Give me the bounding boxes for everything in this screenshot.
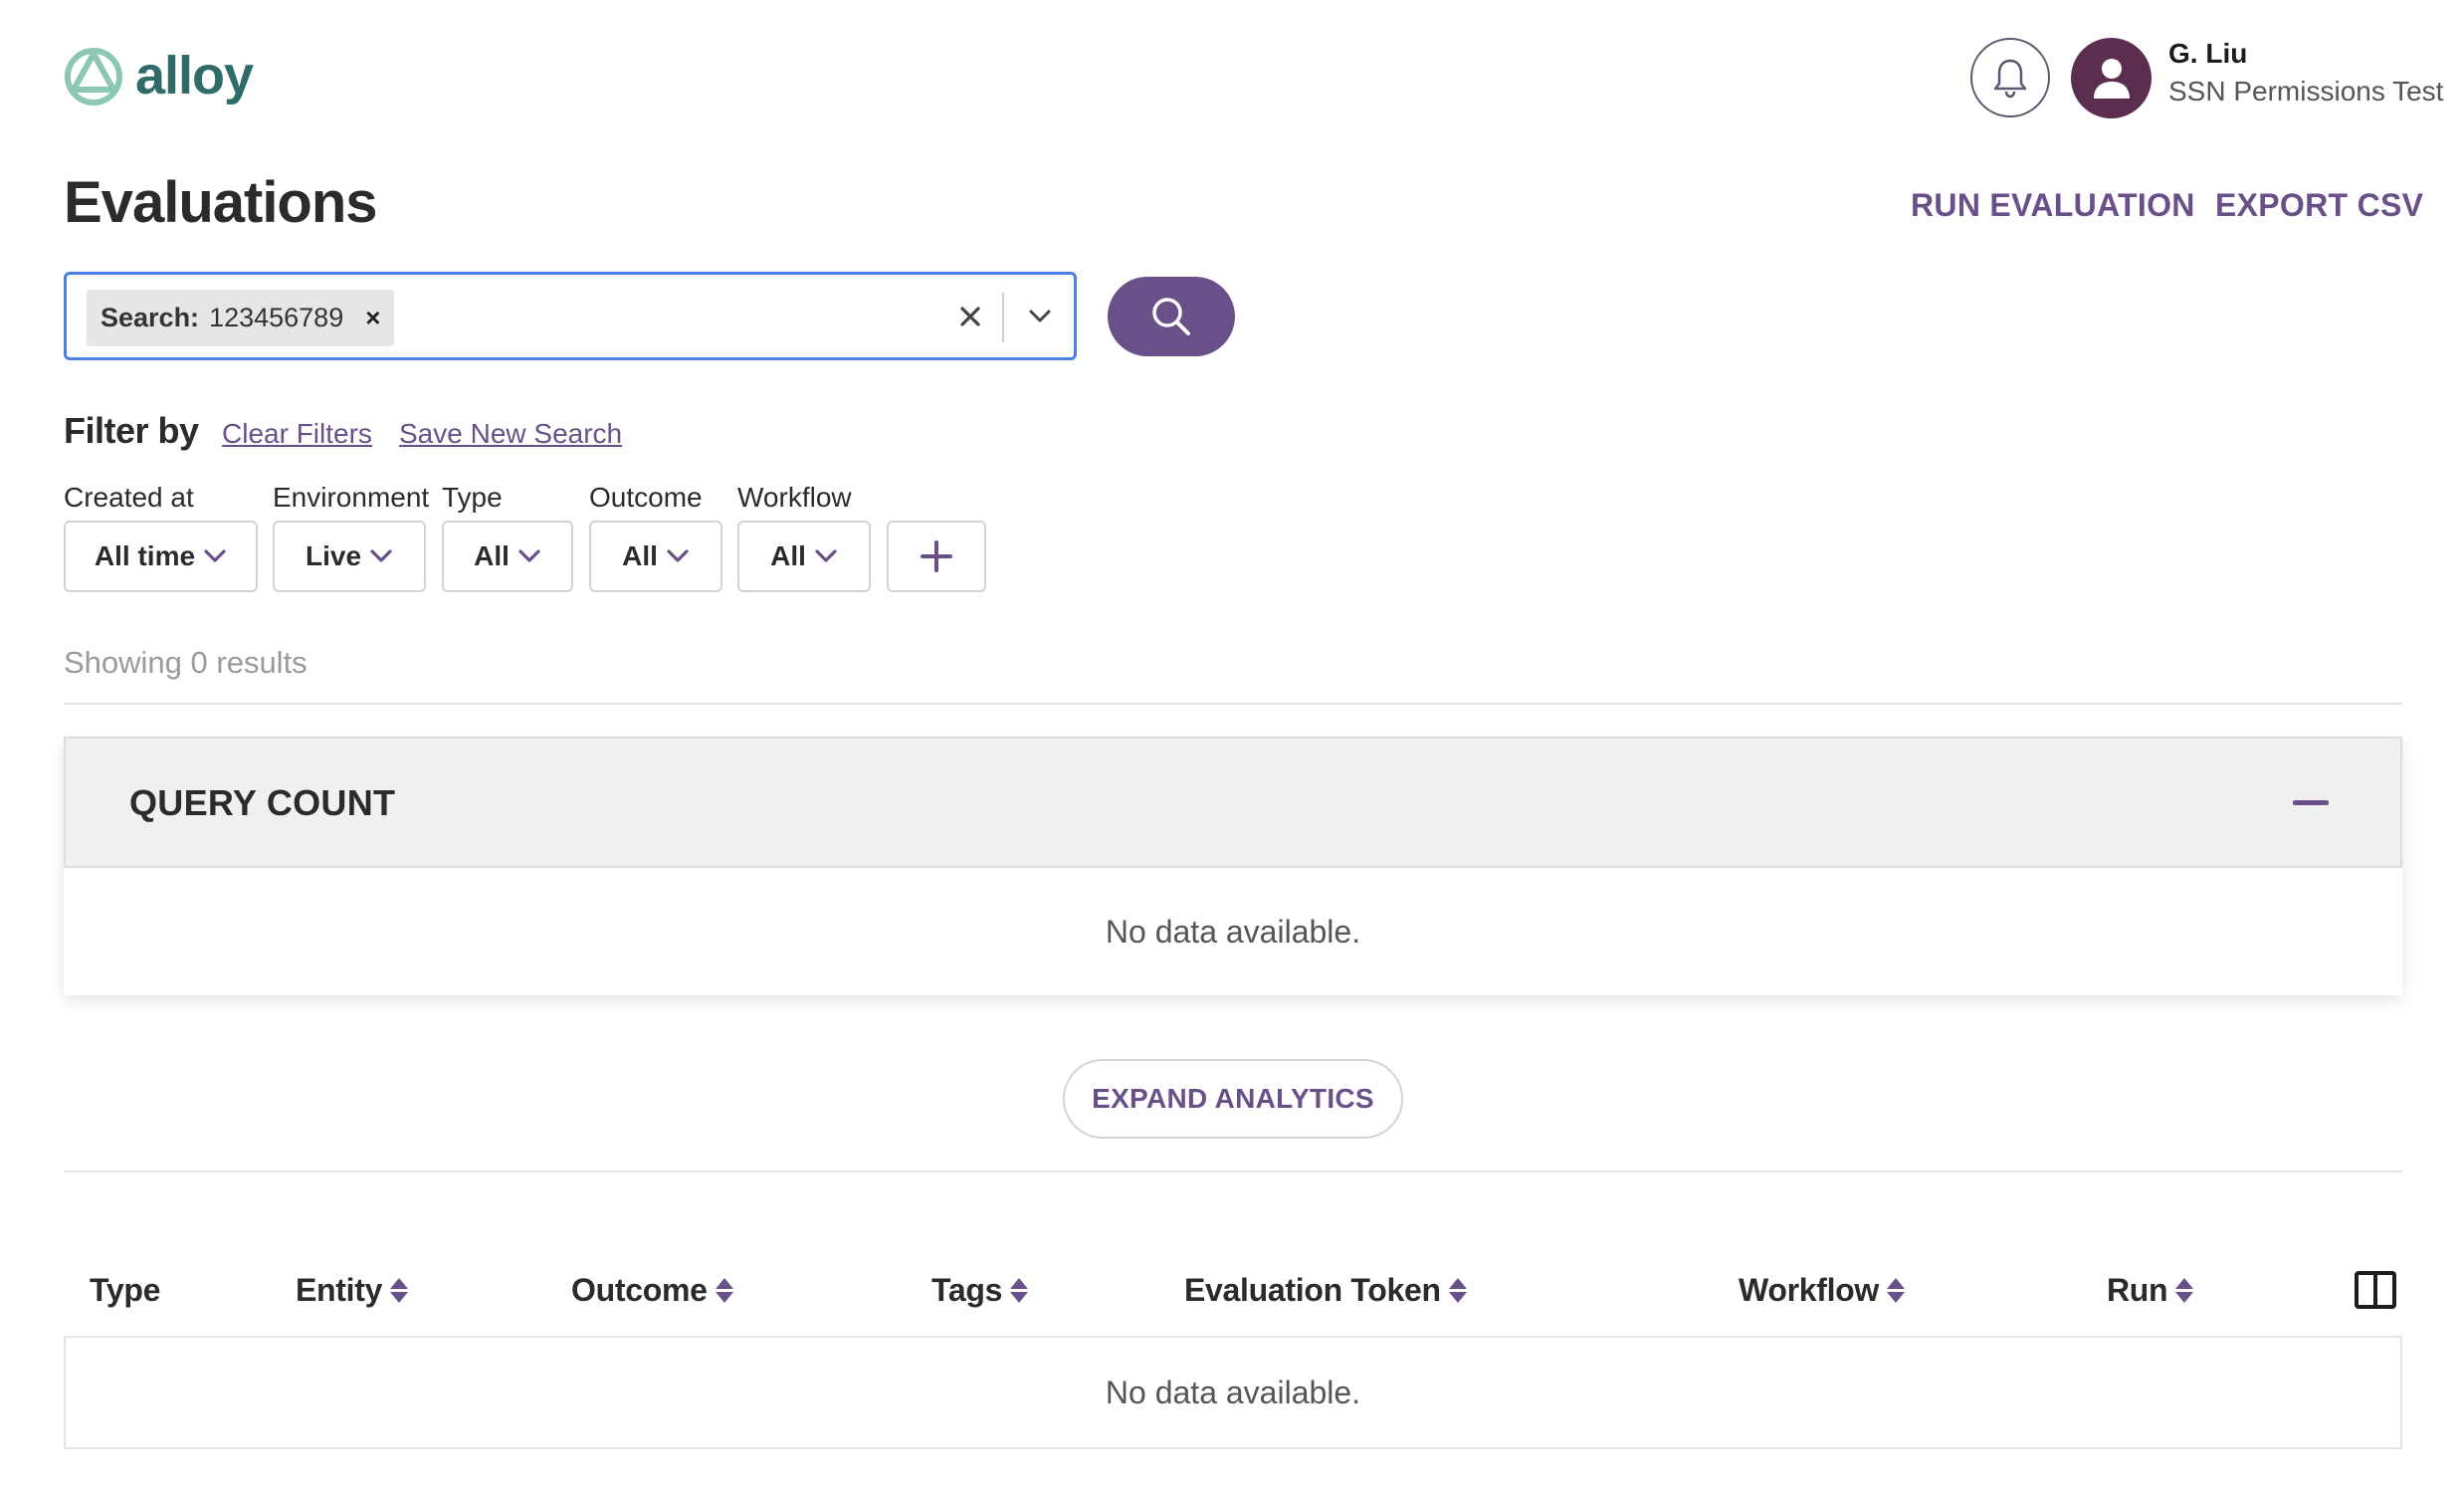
search-icon xyxy=(1152,298,1190,335)
bell-icon xyxy=(1993,59,2027,99)
query-count-panel: QUERY COUNT No data available. xyxy=(64,737,2402,995)
filter-workflow-select[interactable]: All xyxy=(737,521,871,592)
results-count: Showing 0 results xyxy=(64,645,308,680)
sort-icon[interactable] xyxy=(2175,1277,2194,1305)
column-label: Run xyxy=(2107,1272,2168,1308)
query-count-title: QUERY COUNT xyxy=(129,782,396,823)
filter-type-value: All xyxy=(474,540,510,571)
filter-label-workflow: Workflow xyxy=(737,482,852,513)
column-label: Entity xyxy=(296,1272,383,1308)
avatar[interactable] xyxy=(2071,38,2152,118)
clear-filters-link[interactable]: Clear Filters xyxy=(222,418,372,450)
collapse-button[interactable] xyxy=(2283,780,2339,824)
column-label: Evaluation Token xyxy=(1184,1272,1441,1308)
close-icon xyxy=(960,307,980,326)
chevron-down-icon xyxy=(370,549,392,562)
column-header-tags[interactable]: Tags xyxy=(931,1272,1029,1309)
run-evaluation-button[interactable]: RUN EVALUATION xyxy=(1911,187,2195,224)
alloy-logo[interactable]: alloy xyxy=(64,44,254,107)
column-header-workflow[interactable]: Workflow xyxy=(1739,1272,1906,1309)
plus-icon xyxy=(921,540,952,572)
query-count-header[interactable]: QUERY COUNT xyxy=(64,737,2402,868)
minus-icon xyxy=(2293,799,2329,805)
save-new-search-link[interactable]: Save New Search xyxy=(399,418,622,450)
search-dropdown-button[interactable] xyxy=(1018,297,1062,336)
column-settings-button[interactable] xyxy=(2354,1270,2397,1310)
chevron-down-icon xyxy=(518,549,540,562)
query-count-empty: No data available. xyxy=(1105,913,1361,950)
search-input[interactable]: Search: 123456789 × xyxy=(64,272,1077,360)
filter-label-type: Type xyxy=(442,482,503,513)
column-header-outcome[interactable]: Outcome xyxy=(571,1272,733,1309)
sort-icon[interactable] xyxy=(1010,1277,1029,1305)
filter-environment-value: Live xyxy=(305,540,362,571)
page-title: Evaluations xyxy=(64,170,378,235)
filter-workflow-value: All xyxy=(770,540,806,571)
chevron-down-icon xyxy=(1029,310,1051,322)
filter-created-at-value: All time xyxy=(94,540,196,571)
user-organization: SSN Permissions Test xyxy=(2168,76,2444,106)
columns-icon xyxy=(2355,1271,2396,1309)
chevron-down-icon xyxy=(815,549,837,562)
sort-icon[interactable] xyxy=(1887,1277,1906,1305)
export-csv-button[interactable]: EXPORT CSV xyxy=(2215,187,2423,224)
alloy-logo-icon xyxy=(65,48,122,106)
filter-label-outcome: Outcome xyxy=(589,482,703,513)
logo-wordmark: alloy xyxy=(135,46,254,106)
clear-search-button[interactable] xyxy=(950,297,990,336)
column-label: Outcome xyxy=(571,1272,708,1308)
column-label: Workflow xyxy=(1739,1272,1880,1308)
sort-icon[interactable] xyxy=(390,1277,409,1305)
column-label: Type xyxy=(90,1272,161,1308)
add-filter-button[interactable] xyxy=(887,521,986,592)
user-icon xyxy=(2093,58,2130,99)
sort-icon[interactable] xyxy=(715,1277,733,1305)
sort-icon[interactable] xyxy=(1448,1277,1467,1305)
expand-analytics-button[interactable]: EXPAND ANALYTICS xyxy=(1063,1059,1403,1139)
filter-by-title: Filter by xyxy=(64,410,199,451)
notifications-button[interactable] xyxy=(1970,38,2050,117)
column-header-entity[interactable]: Entity xyxy=(296,1272,409,1309)
column-label: Tags xyxy=(931,1272,1003,1308)
search-chip: Search: 123456789 × xyxy=(87,290,395,346)
divider xyxy=(64,1171,2402,1172)
remove-chip-icon[interactable]: × xyxy=(365,303,380,333)
column-header-run[interactable]: Run xyxy=(2107,1272,2194,1309)
divider xyxy=(64,703,2402,705)
filter-outcome-value: All xyxy=(622,540,658,571)
search-divider xyxy=(1002,293,1004,342)
user-name: G. Liu xyxy=(2168,38,2248,69)
filter-outcome-select[interactable]: All xyxy=(589,521,722,592)
filter-created-at-select[interactable]: All time xyxy=(64,521,258,592)
filter-environment-select[interactable]: Live xyxy=(273,521,426,592)
search-button[interactable] xyxy=(1108,277,1235,356)
table-empty-state: No data available. xyxy=(64,1336,2402,1449)
filter-label-environment: Environment xyxy=(273,482,430,513)
search-chip-value: 123456789 xyxy=(209,303,344,332)
filter-type-select[interactable]: All xyxy=(442,521,573,592)
chevron-down-icon xyxy=(667,549,689,562)
column-header-evaluation-token[interactable]: Evaluation Token xyxy=(1184,1272,1467,1309)
column-header-type: Type xyxy=(90,1272,160,1309)
chevron-down-icon xyxy=(204,549,226,562)
filter-label-created-at: Created at xyxy=(64,482,194,513)
search-chip-key: Search: xyxy=(101,303,200,332)
